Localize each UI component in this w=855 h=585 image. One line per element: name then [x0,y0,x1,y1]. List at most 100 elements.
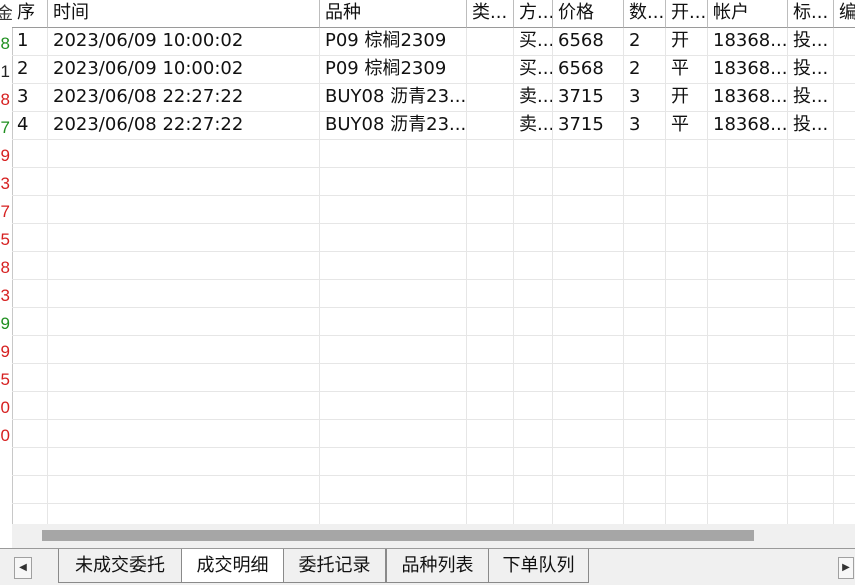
left-strip-value: 9 [0,314,10,333]
column-header-open-close[interactable]: 开... [666,0,708,28]
cell-qty: 3 [624,84,666,112]
cell-qty: 2 [624,56,666,84]
cell-price: 3715 [553,84,624,112]
cell-seq [12,364,48,392]
column-header-time[interactable]: 时间 [48,0,320,28]
cell-open-close [666,336,708,364]
cell-flag [788,336,834,364]
column-header-code[interactable]: 编 [834,0,855,28]
cell-code [834,112,855,140]
left-strip-value: 0 [0,398,10,417]
cell-qty [624,140,666,168]
cell-time [48,392,320,420]
cell-time: 2023/06/08 22:27:22 [48,112,320,140]
cell-open-close [666,364,708,392]
cell-open-close [666,196,708,224]
tab-1[interactable]: 成交明细 [181,549,284,583]
cell-type [467,280,514,308]
left-strip-header: 金 [0,0,12,28]
horizontal-scrollbar[interactable] [12,524,855,548]
cell-code [834,56,855,84]
cell-open-close: 开 [666,28,708,56]
cell-seq [12,308,48,336]
tab-3[interactable]: 品种列表 [386,549,489,583]
cell-qty [624,308,666,336]
cell-price [553,252,624,280]
cell-open-close [666,420,708,448]
cell-price [553,392,624,420]
column-header-product[interactable]: 品种 [320,0,467,28]
cell-product [320,504,467,524]
cell-account: 18368... [708,28,788,56]
cell-code [834,140,855,168]
left-strip-value: 7 [0,118,10,137]
column-header-price[interactable]: 价格 [553,0,624,28]
empty-table-row [12,392,855,420]
cell-seq [12,196,48,224]
cell-seq [12,420,48,448]
cell-product [320,308,467,336]
cell-type [467,308,514,336]
left-strip-value: 8 [0,258,10,277]
cell-flag [788,224,834,252]
tab-0[interactable]: 未成交委托 [58,549,182,583]
table-row[interactable]: 3 2023/06/08 22:27:22 BUY08 沥青23... 卖... 371… [12,84,855,112]
column-header-flag[interactable]: 标... [788,0,834,28]
column-header-qty[interactable]: 数... [624,0,666,28]
tab-4[interactable]: 下单队列 [488,549,589,583]
tab-scroll-left-icon[interactable]: ◀ [14,557,32,579]
empty-table-row [12,504,855,524]
cell-account [708,252,788,280]
empty-table-row [12,448,855,476]
left-strip-value: 1 [0,62,10,81]
cell-product: P09 棕榈2309 [320,56,467,84]
cell-time [48,364,320,392]
left-strip-value: 9 [0,146,10,165]
column-header-account[interactable]: 帐户 [708,0,788,28]
table-row[interactable]: 4 2023/06/08 22:27:22 BUY08 沥青23... 卖... 371… [12,112,855,140]
table-row[interactable]: 1 2023/06/09 10:00:02 P09 棕榈2309 买... 6568 2 开… [12,28,855,56]
cell-direction [514,336,553,364]
cell-type [467,28,514,56]
left-strip-value: 8 [0,34,10,53]
cell-product [320,168,467,196]
cell-open-close [666,280,708,308]
cell-seq [12,504,48,524]
empty-table-row [12,168,855,196]
column-header-seq[interactable]: 序 [12,0,48,28]
cell-price [553,224,624,252]
cell-open-close [666,224,708,252]
cell-seq [12,140,48,168]
cell-time [48,196,320,224]
cell-seq [12,224,48,252]
cell-price [553,420,624,448]
tab-scroll-right-icon[interactable]: ▶ [838,557,854,579]
cell-direction: 卖... [514,84,553,112]
cell-direction [514,280,553,308]
cell-code [834,28,855,56]
table-header: 序时间品种类...方...价格数...开...帐户标...编 [12,0,855,28]
cell-price [553,364,624,392]
cell-direction: 买... [514,56,553,84]
cell-price [553,280,624,308]
table-row[interactable]: 2 2023/06/09 10:00:02 P09 棕榈2309 买... 6568 2 平… [12,56,855,84]
cell-open-close [666,504,708,524]
left-strip-value: 3 [0,174,10,193]
cell-product [320,280,467,308]
cell-type [467,224,514,252]
cell-open-close [666,168,708,196]
scrollbar-thumb[interactable] [42,530,754,541]
cell-type [467,140,514,168]
cell-qty [624,196,666,224]
cell-account: 18368... [708,112,788,140]
cell-time: 2023/06/09 10:00:02 [48,56,320,84]
column-header-type[interactable]: 类... [467,0,514,28]
tab-2[interactable]: 委托记录 [283,549,386,583]
cell-account [708,448,788,476]
cell-flag [788,280,834,308]
column-header-direction[interactable]: 方... [514,0,553,28]
cell-qty [624,252,666,280]
cell-type [467,168,514,196]
empty-table-row [12,224,855,252]
cell-code [834,252,855,280]
